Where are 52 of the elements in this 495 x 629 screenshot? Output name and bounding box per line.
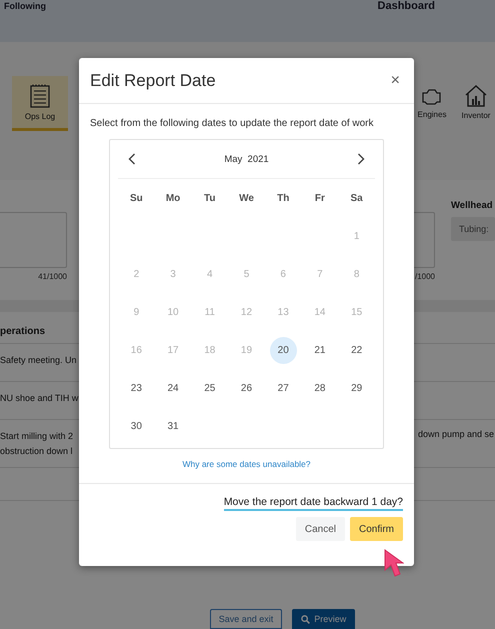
operation-text: Start milling with 2 obstruction down l <box>0 430 74 458</box>
close-button[interactable]: × <box>388 72 402 90</box>
calendar-day: 4 <box>191 255 228 293</box>
weekday-label: Sa <box>350 192 364 206</box>
calendar-day: 5 <box>228 255 265 293</box>
calendar-day[interactable]: 25 <box>191 369 228 407</box>
dialog-description: Select from the following dates to update the report date of work <box>90 118 374 129</box>
character-counter: /1000 <box>414 272 435 281</box>
dashboard-link[interactable]: Dashboard <box>378 0 435 12</box>
dialog-title: Edit Report Date <box>90 70 216 90</box>
weekday-label: Mo <box>164 192 182 206</box>
confirm-button[interactable]: Confirm <box>350 517 403 541</box>
calendar-day: 1 <box>338 217 375 255</box>
operation-text: NU shoe and TIH w <box>0 392 78 405</box>
calendar-day: 2 <box>118 255 155 293</box>
operation-text: down pump and se <box>418 429 494 441</box>
previous-month-button[interactable] <box>126 151 138 167</box>
preview-button[interactable]: Preview <box>292 609 356 629</box>
section-tile[interactable]: Ops Log <box>12 76 68 131</box>
chevron-right-icon <box>357 153 365 165</box>
calendar-day: 6 <box>264 255 302 293</box>
calendar-day[interactable]: 27 <box>264 369 302 407</box>
notebook-icon <box>30 84 50 108</box>
next-month-button[interactable] <box>355 151 367 167</box>
calendar-day[interactable]: 31 <box>154 407 192 445</box>
calendar-day: 7 <box>302 255 338 293</box>
calendar-day[interactable]: 29 <box>338 369 375 407</box>
calendar-day: 8 <box>338 255 375 293</box>
weekday-label: Fr <box>314 192 326 206</box>
calendar-day[interactable]: 23 <box>118 369 155 407</box>
section-tile[interactable]: Engines <box>411 76 453 131</box>
help-link[interactable]: Why are some dates unavailable? <box>182 459 311 469</box>
calendar-day[interactable]: 24 <box>154 369 192 407</box>
month-label: May 2021 <box>224 154 269 164</box>
calendar-day[interactable]: 30 <box>118 407 155 445</box>
house-icon <box>464 84 488 106</box>
chevron-left-icon <box>128 153 136 165</box>
search-icon <box>301 614 310 624</box>
following-link[interactable]: Following <box>4 1 46 11</box>
character-counter: 41/1000 <box>38 272 67 281</box>
weekday-label: Tu <box>203 192 217 206</box>
section-tile[interactable]: Inventor <box>455 76 495 131</box>
weekday-label: Su <box>128 192 144 206</box>
calendar-day[interactable]: 26 <box>228 369 265 407</box>
calendar-day: 3 <box>154 255 192 293</box>
operation-text: Safety meeting. Un <box>0 354 77 367</box>
weekday-label: We <box>238 192 255 206</box>
cancel-button[interactable]: Cancel <box>296 517 345 541</box>
calendar-day[interactable]: 28 <box>302 369 338 407</box>
confirmation-question: Move the report date backward 1 day? <box>224 496 403 511</box>
wellhead-label: Wellhead <box>451 200 494 211</box>
weekday-label: Th <box>276 192 290 206</box>
